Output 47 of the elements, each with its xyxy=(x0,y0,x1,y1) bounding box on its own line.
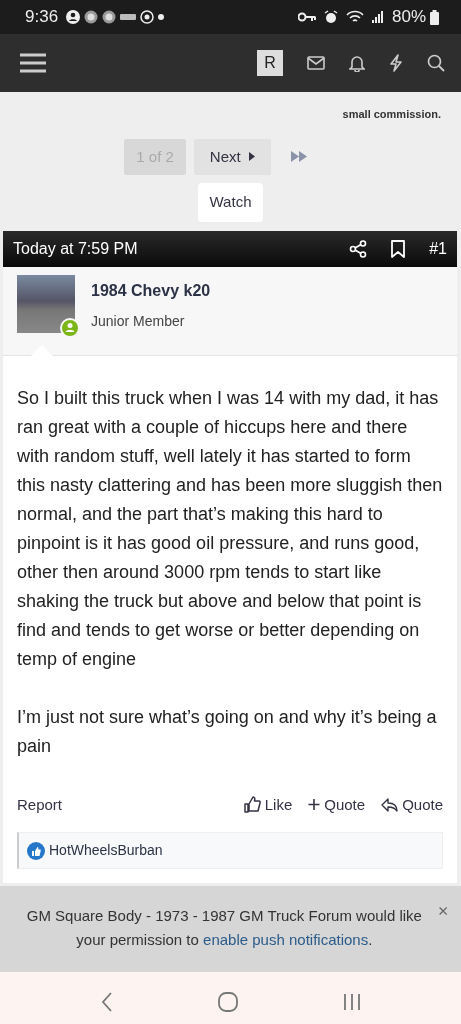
lightning-bolt-icon[interactable] xyxy=(389,54,403,72)
like-reaction-icon xyxy=(27,841,45,860)
reaction-user-link[interactable]: HotWheelsBurban xyxy=(49,840,163,861)
account-avatar[interactable]: R xyxy=(257,50,283,76)
mail-icon[interactable] xyxy=(307,56,325,70)
recent-apps-icon[interactable] xyxy=(342,992,361,1011)
report-link[interactable]: Report xyxy=(17,793,63,816)
online-status-icon xyxy=(60,317,80,338)
app-icon xyxy=(120,13,137,21)
heart-circle-icon xyxy=(140,10,155,24)
battery-icon xyxy=(430,9,439,25)
key-icon xyxy=(297,12,316,22)
plus-icon xyxy=(308,798,321,812)
alarm-icon xyxy=(323,10,338,24)
bell-icon[interactable] xyxy=(349,54,365,72)
caret-icon xyxy=(248,152,255,162)
signal-icon xyxy=(371,11,384,23)
disclosure-text: small commission. xyxy=(342,108,441,120)
reply-arrow-icon xyxy=(381,796,399,813)
home-icon[interactable] xyxy=(217,991,238,1012)
share-icon[interactable] xyxy=(349,239,368,258)
last-page-icon[interactable] xyxy=(290,151,307,163)
wifi-icon xyxy=(345,10,364,24)
bookmark-icon[interactable] xyxy=(391,239,406,258)
post-paragraph: I’m just not sure what’s going on and why it’s being a pain xyxy=(17,705,438,758)
search-icon[interactable] xyxy=(427,54,445,72)
push-notice-text: GM Square Body - 1973 - 1987 GM Truck Forum would like your permission to enable push notifications. xyxy=(25,906,423,950)
clock-time: 9:36 xyxy=(25,6,59,29)
watch-button[interactable]: Watch xyxy=(197,183,264,222)
menu-icon[interactable] xyxy=(20,53,46,73)
thumbs-up-icon xyxy=(243,796,261,814)
multiquote-button[interactable]: Quote xyxy=(308,793,366,816)
next-page-button[interactable]: Next xyxy=(193,138,271,175)
post-paragraph: So I built this truck when I was 14 with my dad, it has ran great with a couple of hiccups here and there with random stuff, well lately it has started to form this nasty clattering and has been more sluggish then normal, and the part that’s making this hard to pinpoint is it has good oil pressure, and runs good, other then around 3000 rpm tends to start like shaking the truck but above and below that point is find and tends to get worse or better depending on temp of engine xyxy=(17,386,443,671)
like-button[interactable]: Like xyxy=(243,793,293,816)
author-name[interactable]: 1984 Chevy k20 xyxy=(91,278,211,303)
back-icon[interactable] xyxy=(100,991,113,1012)
close-icon[interactable] xyxy=(438,904,447,918)
author-title: Junior Member xyxy=(91,311,186,331)
app-icon xyxy=(102,10,117,24)
reply-button[interactable]: Quote xyxy=(381,793,443,816)
battery-level: 80% xyxy=(391,6,426,29)
dot-icon xyxy=(158,14,165,20)
person-icon xyxy=(66,10,81,24)
post-number[interactable]: #1 xyxy=(429,236,447,261)
app-icon xyxy=(84,10,99,24)
post-date[interactable]: Today at 7:59 PM xyxy=(13,236,138,261)
